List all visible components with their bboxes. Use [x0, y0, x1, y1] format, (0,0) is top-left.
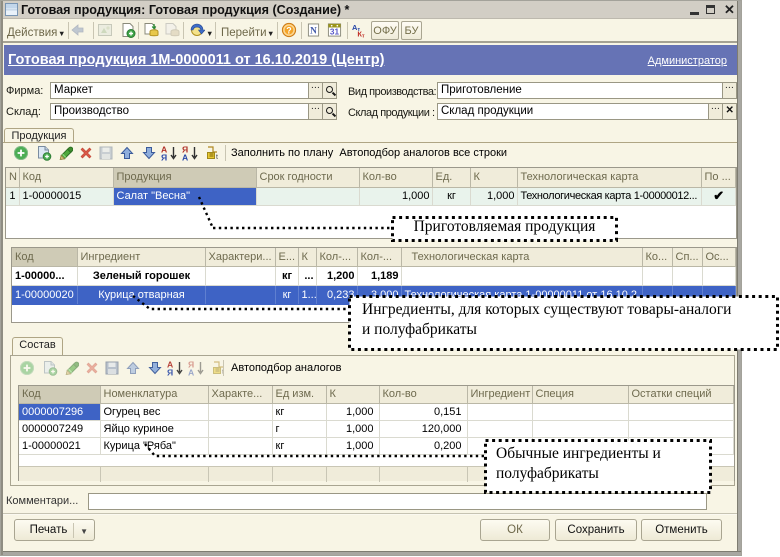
svg-text:N: N	[310, 27, 317, 37]
svg-text:?: ?	[286, 26, 291, 36]
svg-text:Кт: Кт	[357, 30, 365, 38]
svg-text:31: 31	[330, 28, 340, 37]
